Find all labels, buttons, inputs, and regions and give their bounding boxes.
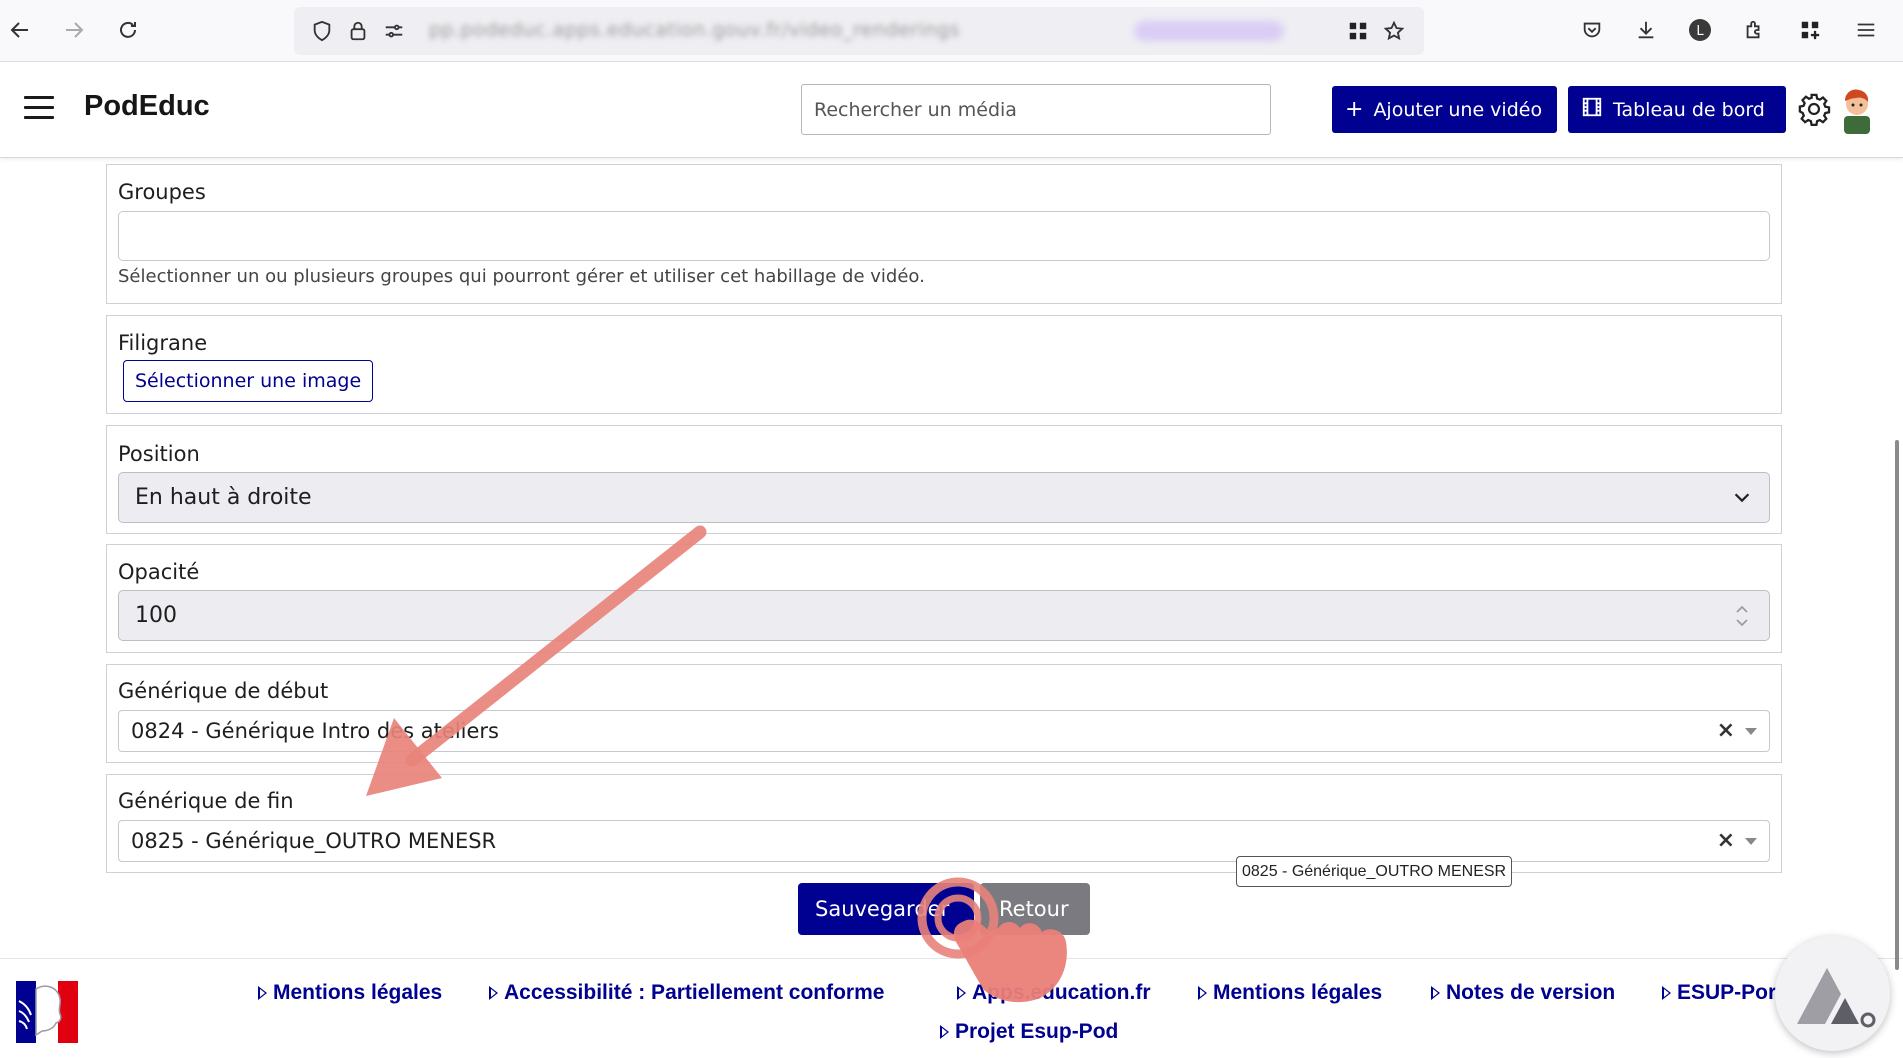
outro-tooltip: 0825 - Générique_OUTRO MENESR <box>1236 856 1513 887</box>
dropdown-arrow-icon[interactable] <box>1745 838 1757 845</box>
number-stepper-icon[interactable] <box>1731 603 1753 627</box>
footer-link-legal-2[interactable]: Mentions légales <box>1198 981 1382 1005</box>
groups-help-text: Sélectionner un ou plusieurs groupes qui… <box>118 266 925 287</box>
apps-icon[interactable] <box>1792 12 1828 48</box>
download-icon[interactable] <box>1628 12 1664 48</box>
position-panel: Position En haut à droite <box>106 425 1782 534</box>
caret-right-icon <box>940 1025 949 1039</box>
outro-select[interactable]: 0825 - Générique_OUTRO MENESR × <box>118 820 1770 862</box>
gear-icon[interactable] <box>1797 92 1831 126</box>
save-button[interactable]: Sauvegarder <box>798 883 974 935</box>
footer-link-release-notes[interactable]: Notes de version <box>1431 981 1615 1005</box>
caret-right-icon <box>957 986 966 1000</box>
marianne-logo <box>16 981 78 1043</box>
outro-panel: Générique de fin 0825 - Générique_OUTRO … <box>106 774 1782 873</box>
star-icon[interactable] <box>1380 17 1408 45</box>
scrollbar[interactable] <box>1895 440 1899 970</box>
profile-icon[interactable]: L <box>1682 12 1718 48</box>
brand-title[interactable]: PodEduc <box>84 90 210 123</box>
shield-icon[interactable] <box>308 17 336 45</box>
position-label: Position <box>118 442 200 466</box>
outro-value: 0825 - Générique_OUTRO MENESR <box>131 829 497 853</box>
caret-right-icon <box>258 986 267 1000</box>
opacity-panel: Opacité 100 <box>106 544 1782 653</box>
intro-label: Générique de début <box>118 679 329 703</box>
select-image-button[interactable]: Sélectionner une image <box>123 360 374 402</box>
app-header: PodEduc + Ajouter une vidéo Tableau de b… <box>0 62 1903 158</box>
browser-toolbar: pp.podeduc.apps.education.gouv.fr/video_… <box>0 0 1903 62</box>
footer-link-esup-portail[interactable]: ESUP-Portail <box>1662 981 1792 1005</box>
watermark-panel: Filigrane Sélectionner une image <box>106 315 1782 414</box>
search-input[interactable] <box>801 84 1271 135</box>
opacity-label: Opacité <box>118 560 200 584</box>
reload-icon[interactable] <box>110 12 146 48</box>
plus-icon: + <box>1345 96 1364 122</box>
avatar[interactable] <box>1836 84 1878 134</box>
add-video-label: Ajouter une vidéo <box>1373 98 1543 121</box>
intro-panel: Générique de début 0824 - Générique Intr… <box>106 664 1782 763</box>
lock-icon[interactable] <box>344 17 372 45</box>
chevron-down-icon <box>1731 486 1753 508</box>
clear-icon[interactable]: × <box>1717 718 1735 743</box>
url-blurred-badge <box>1134 21 1284 41</box>
caret-right-icon <box>489 986 498 1000</box>
intro-select[interactable]: 0824 - Générique Intro des ateliers × <box>118 710 1770 752</box>
intro-value: 0824 - Générique Intro des ateliers <box>131 719 499 743</box>
caret-right-icon <box>1662 986 1671 1000</box>
footer-link-esup-pod[interactable]: Projet Esup-Pod <box>940 1020 1118 1044</box>
watermark-label: Filigrane <box>118 331 208 355</box>
url-text: pp.podeduc.apps.education.gouv.fr/video_… <box>429 19 961 41</box>
film-icon <box>1581 96 1603 123</box>
dropdown-arrow-icon[interactable] <box>1745 728 1757 735</box>
extensions-grid-icon[interactable] <box>1344 17 1372 45</box>
menu-icon[interactable] <box>1848 12 1884 48</box>
dashboard-label: Tableau de bord <box>1613 98 1765 121</box>
caret-right-icon <box>1198 986 1207 1000</box>
add-video-button[interactable]: + Ajouter une vidéo <box>1332 86 1557 133</box>
hamburger-menu-icon[interactable] <box>24 94 56 122</box>
outro-label: Générique de fin <box>118 789 294 813</box>
dashboard-button[interactable]: Tableau de bord <box>1568 86 1786 133</box>
puzzle-icon[interactable] <box>1736 12 1772 48</box>
caret-right-icon <box>1431 986 1440 1000</box>
position-value: En haut à droite <box>135 485 312 510</box>
footer-link-legal[interactable]: Mentions légales <box>258 981 442 1005</box>
footer-link-accessibility[interactable]: Accessibilité : Partiellement conforme <box>489 981 884 1005</box>
groups-input[interactable] <box>118 211 1770 261</box>
footer-link-apps[interactable]: Apps.education.fr <box>957 981 1151 1005</box>
corner-logo-icon <box>1775 936 1890 1051</box>
svg-text:L: L <box>1696 24 1704 39</box>
forward-arrow-icon[interactable] <box>56 12 92 48</box>
groups-label: Groupes <box>118 180 206 204</box>
back-button[interactable]: Retour <box>980 883 1090 935</box>
pocket-icon[interactable] <box>1574 12 1610 48</box>
opacity-value: 100 <box>135 603 177 628</box>
permissions-icon[interactable] <box>380 17 408 45</box>
url-bar[interactable]: pp.podeduc.apps.education.gouv.fr/video_… <box>294 7 1424 55</box>
back-arrow-icon[interactable] <box>2 12 38 48</box>
clear-icon[interactable]: × <box>1717 828 1735 853</box>
groups-panel: Groupes Sélectionner un ou plusieurs gro… <box>106 164 1782 304</box>
position-select[interactable]: En haut à droite <box>118 472 1770 523</box>
footer: Mentions légales Accessibilité : Partiel… <box>0 958 1903 1058</box>
opacity-input[interactable]: 100 <box>118 590 1770 641</box>
